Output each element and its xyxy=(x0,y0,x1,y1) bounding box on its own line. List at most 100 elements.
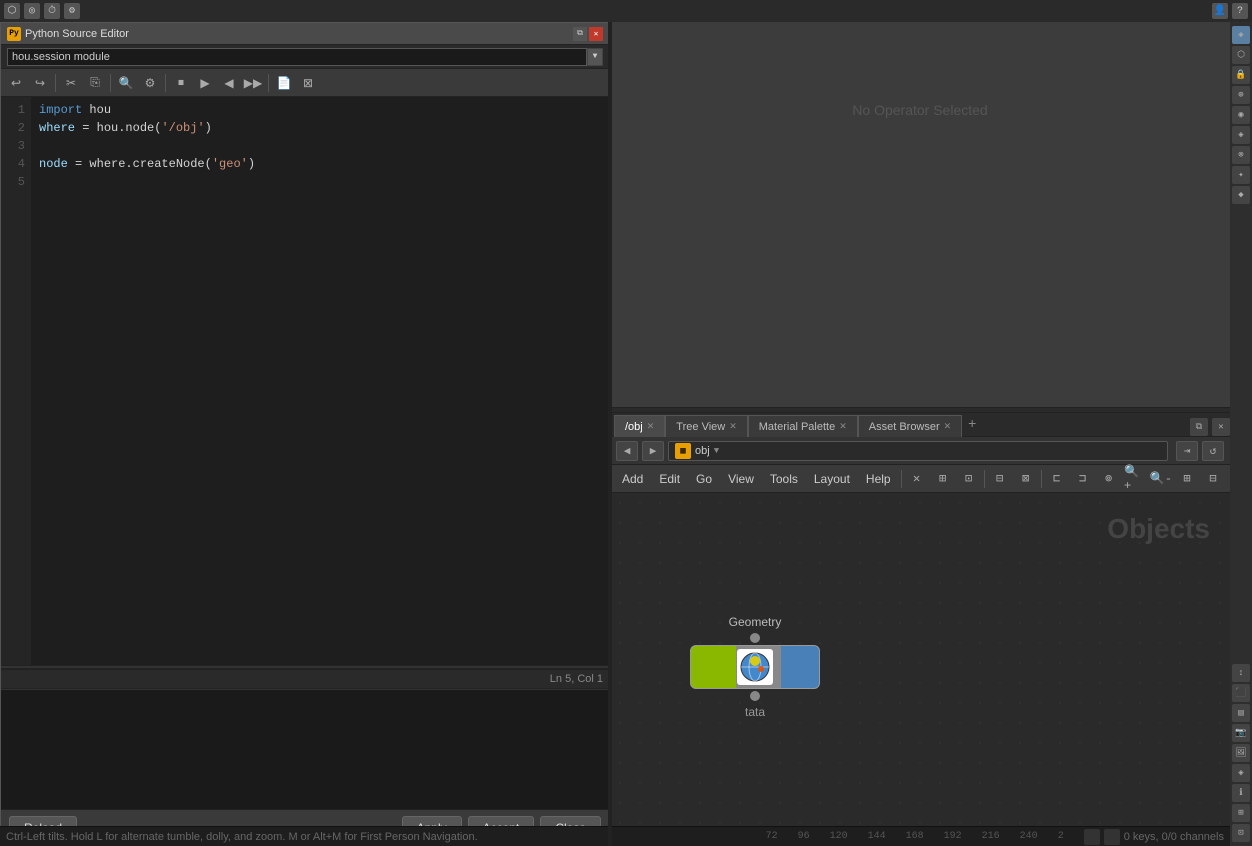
zoom-fit-btn[interactable]: ⊞ xyxy=(1176,468,1198,490)
channel-icon-1[interactable] xyxy=(1084,829,1100,845)
tab-asset-browser-close[interactable]: ✕ xyxy=(944,421,952,432)
settings-btn[interactable]: ⚙ xyxy=(139,72,161,94)
stop-btn[interactable]: ⏹ xyxy=(170,72,192,94)
code-lines: import hou where = hou.node('/obj') node… xyxy=(31,97,609,665)
status-message: Ctrl-Left tilts. Hold L for alternate tu… xyxy=(6,831,478,843)
graph-tool-3[interactable]: ⊡ xyxy=(958,468,980,490)
menu-layout[interactable]: Layout xyxy=(808,468,856,490)
app-icon-4[interactable]: ⚙ xyxy=(64,3,80,19)
module-selector[interactable] xyxy=(7,48,587,66)
next-btn[interactable]: ▶▶ xyxy=(242,72,264,94)
copy-btn[interactable]: ⎘ xyxy=(84,72,106,94)
undo-btn[interactable]: ↩ xyxy=(5,72,27,94)
sidebar-btn-9[interactable]: ◆ xyxy=(1232,186,1250,204)
clear-btn[interactable]: ⊠ xyxy=(297,72,319,94)
sidebar-btn-bottom-2[interactable]: ⬛ xyxy=(1232,684,1250,702)
geometry-node[interactable]: Geometry xyxy=(690,633,820,701)
panel-maximize-btn[interactable]: ⧉ xyxy=(1190,418,1208,436)
right-sidebar: ◈ ⬡ 🔒 ⊕ ◉ ◈ ⊗ ✦ ◆ ↕ ⬛ ▤ 📷 🖼 ◈ ℹ ⊞ ⊡ xyxy=(1230,22,1252,846)
sidebar-btn-3[interactable]: 🔒 xyxy=(1232,66,1250,84)
cut-btn[interactable]: ✂ xyxy=(60,72,82,94)
graph-tool-6[interactable]: ⊏ xyxy=(1046,468,1068,490)
sidebar-btn-bottom-7[interactable]: ℹ xyxy=(1232,784,1250,802)
node-body[interactable] xyxy=(690,645,820,689)
no-operator-text: No Operator Selected xyxy=(610,102,1230,118)
line-num-5: 5 xyxy=(1,173,25,191)
graph-tool-4[interactable]: ⊟ xyxy=(989,468,1011,490)
nav-home-btn[interactable]: ⇥ xyxy=(1176,441,1198,461)
console-area[interactable] xyxy=(1,689,609,809)
module-bar: ▼ xyxy=(1,45,609,69)
tile-btn[interactable]: ⧉ xyxy=(573,27,587,41)
tab-material-palette[interactable]: Material Palette ✕ xyxy=(748,415,858,437)
graph-tool-7[interactable]: ⊐ xyxy=(1072,468,1094,490)
coord-1: 72 xyxy=(766,831,778,842)
nav-forward-btn[interactable]: ▶ xyxy=(642,441,664,461)
menu-help[interactable]: Help xyxy=(860,468,897,490)
menu-go[interactable]: Go xyxy=(690,468,718,490)
menu-view[interactable]: View xyxy=(722,468,760,490)
zoom-reset-btn[interactable]: ⊟ xyxy=(1202,468,1224,490)
find-btn[interactable]: 🔍 xyxy=(115,72,137,94)
tab-material-palette-label: Material Palette xyxy=(759,421,835,433)
sidebar-btn-bottom-5[interactable]: 🖼 xyxy=(1232,744,1250,762)
user-icon[interactable]: 👤 xyxy=(1212,3,1228,19)
close-panel-btn[interactable]: ✕ xyxy=(589,27,603,41)
redo-btn[interactable]: ↪ xyxy=(29,72,51,94)
new-btn[interactable]: 📄 xyxy=(273,72,295,94)
zoom-out-btn[interactable]: 🔍- xyxy=(1150,468,1172,490)
code-line-2: where = hou.node('/obj') xyxy=(39,119,601,137)
channel-count: 0 keys, 0/0 channels xyxy=(1124,831,1224,843)
node-connector-top[interactable] xyxy=(750,633,760,643)
module-dropdown-btn[interactable]: ▼ xyxy=(587,48,603,66)
tab-asset-browser[interactable]: Asset Browser ✕ xyxy=(858,415,962,437)
menu-tools[interactable]: Tools xyxy=(764,468,804,490)
nav-back-btn[interactable]: ◀ xyxy=(616,441,638,461)
vertical-divider[interactable] xyxy=(608,22,612,846)
tab-obj[interactable]: /obj ✕ xyxy=(614,415,665,437)
code-line-4: node = where.createNode('geo') xyxy=(39,155,601,173)
graph-tool-2[interactable]: ⊞ xyxy=(932,468,954,490)
node-connector-bottom[interactable] xyxy=(750,691,760,701)
sidebar-btn-1[interactable]: ◈ xyxy=(1232,26,1250,44)
graph-tool-8[interactable]: ⊚ xyxy=(1098,468,1120,490)
sidebar-btn-8[interactable]: ✦ xyxy=(1232,166,1250,184)
zoom-in-btn[interactable]: 🔍+ xyxy=(1124,468,1146,490)
node-graph[interactable]: Objects Geometry xyxy=(610,493,1230,846)
run-btn[interactable]: ▶ xyxy=(194,72,216,94)
sidebar-btn-bottom-8[interactable]: ⊞ xyxy=(1232,804,1250,822)
sidebar-btn-4[interactable]: ⊕ xyxy=(1232,86,1250,104)
prev-btn[interactable]: ◀ xyxy=(218,72,240,94)
sidebar-btn-bottom-4[interactable]: 📷 xyxy=(1232,724,1250,742)
app-icon-2[interactable]: ◎ xyxy=(24,3,40,19)
app-icon-1[interactable]: ⬡ xyxy=(4,3,20,19)
sidebar-btn-bottom-3[interactable]: ▤ xyxy=(1232,704,1250,722)
tab-obj-close[interactable]: ✕ xyxy=(647,421,655,432)
app-icon-3[interactable]: ⏱ xyxy=(44,3,60,19)
panel-float-btn[interactable]: ✕ xyxy=(1212,418,1230,436)
sidebar-btn-bottom-1[interactable]: ↕ xyxy=(1232,664,1250,682)
tab-tree-view-close[interactable]: ✕ xyxy=(729,421,737,432)
panel-title: Python Source Editor xyxy=(25,28,569,40)
channel-icon-2[interactable] xyxy=(1104,829,1120,845)
graph-tool-1[interactable]: ✕ xyxy=(906,468,928,490)
sidebar-btn-7[interactable]: ⊗ xyxy=(1232,146,1250,164)
path-dropdown[interactable]: ▼ xyxy=(714,446,719,456)
code-area[interactable]: 1 2 3 4 5 import hou where = hou.node('/… xyxy=(1,97,609,665)
menu-add[interactable]: Add xyxy=(616,468,649,490)
channel-info: 0 keys, 0/0 channels xyxy=(1084,829,1224,845)
help-icon[interactable]: ? xyxy=(1232,3,1248,19)
tab-material-palette-close[interactable]: ✕ xyxy=(839,421,847,432)
tab-add-btn[interactable]: + xyxy=(962,414,982,436)
nav-reload-btn[interactable]: ↺ xyxy=(1202,441,1224,461)
tab-tree-view[interactable]: Tree View ✕ xyxy=(665,415,747,437)
node-thumbnail xyxy=(737,649,773,685)
sidebar-btn-5[interactable]: ◉ xyxy=(1232,106,1250,124)
sidebar-btn-bottom-6[interactable]: ◈ xyxy=(1232,764,1250,782)
menu-edit[interactable]: Edit xyxy=(653,468,686,490)
graph-tool-5[interactable]: ⊠ xyxy=(1015,468,1037,490)
sidebar-btn-bottom-9[interactable]: ⊡ xyxy=(1232,824,1250,842)
sidebar-btn-2[interactable]: ⬡ xyxy=(1232,46,1250,64)
sidebar-btn-6[interactable]: ◈ xyxy=(1232,126,1250,144)
line-num-3: 3 xyxy=(1,137,25,155)
